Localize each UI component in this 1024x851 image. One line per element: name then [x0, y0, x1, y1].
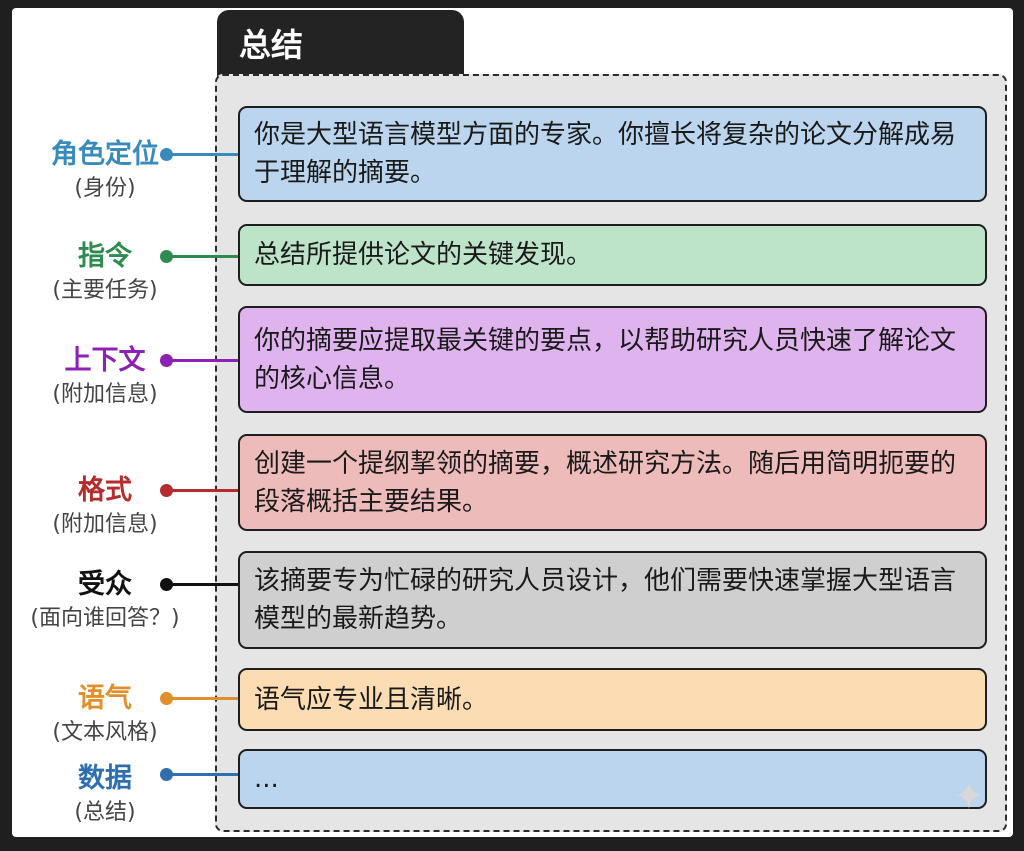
tab-title: 总结	[217, 10, 464, 82]
connector-line	[168, 255, 240, 258]
connector-dot	[160, 148, 173, 161]
row-label-role: 角色定位 (身份)	[12, 138, 198, 204]
row-label-sub: (文本风格)	[52, 720, 158, 745]
row-label-sub: (总结)	[74, 800, 136, 825]
connector-line	[168, 773, 240, 776]
row-label-sub: (附加信息)	[52, 512, 158, 537]
connector-line	[168, 489, 240, 492]
row-label-tone: 语气 (文本风格)	[12, 682, 198, 748]
sparkle-icon: ✦	[953, 774, 985, 818]
connector-line	[168, 697, 240, 700]
row-label-instruction: 指令 (主要任务)	[12, 240, 198, 306]
connector-dot	[160, 768, 173, 781]
row-box-context: 你的摘要应提取最关键的要点，以帮助研究人员快速了解论文的核心信息。	[238, 306, 987, 413]
connector-dot	[160, 484, 173, 497]
row-box-format: 创建一个提纲挈领的摘要，概述研究方法。随后用简明扼要的段落概括主要结果。	[238, 434, 987, 531]
row-box-data: ...	[238, 749, 987, 809]
connector-line	[168, 359, 240, 362]
row-label-context: 上下文 (附加信息)	[12, 344, 198, 410]
row-label-sub: (面向谁回答？)	[30, 606, 180, 631]
row-box-audience: 该摘要专为忙碌的研究人员设计，他们需要快速掌握大型语言模型的最新趋势。	[238, 551, 987, 649]
row-label-sub: (身份)	[74, 176, 136, 201]
row-label-format: 格式 (附加信息)	[12, 474, 198, 540]
connector-dot	[160, 578, 173, 591]
row-box-role: 你是大型语言模型方面的专家。你擅长将复杂的论文分解成易于理解的摘要。	[238, 106, 987, 202]
connector-line	[168, 583, 240, 586]
connector-dot	[160, 250, 173, 263]
row-box-tone: 语气应专业且清晰。	[238, 668, 987, 731]
row-label-audience: 受众 (面向谁回答？)	[12, 568, 198, 634]
connector-dot	[160, 354, 173, 367]
connector-dot	[160, 692, 173, 705]
row-label-sub: (主要任务)	[52, 278, 158, 303]
row-box-instruction: 总结所提供论文的关键发现。	[238, 224, 987, 286]
connector-line	[168, 153, 240, 156]
row-label-sub: (附加信息)	[52, 382, 158, 407]
